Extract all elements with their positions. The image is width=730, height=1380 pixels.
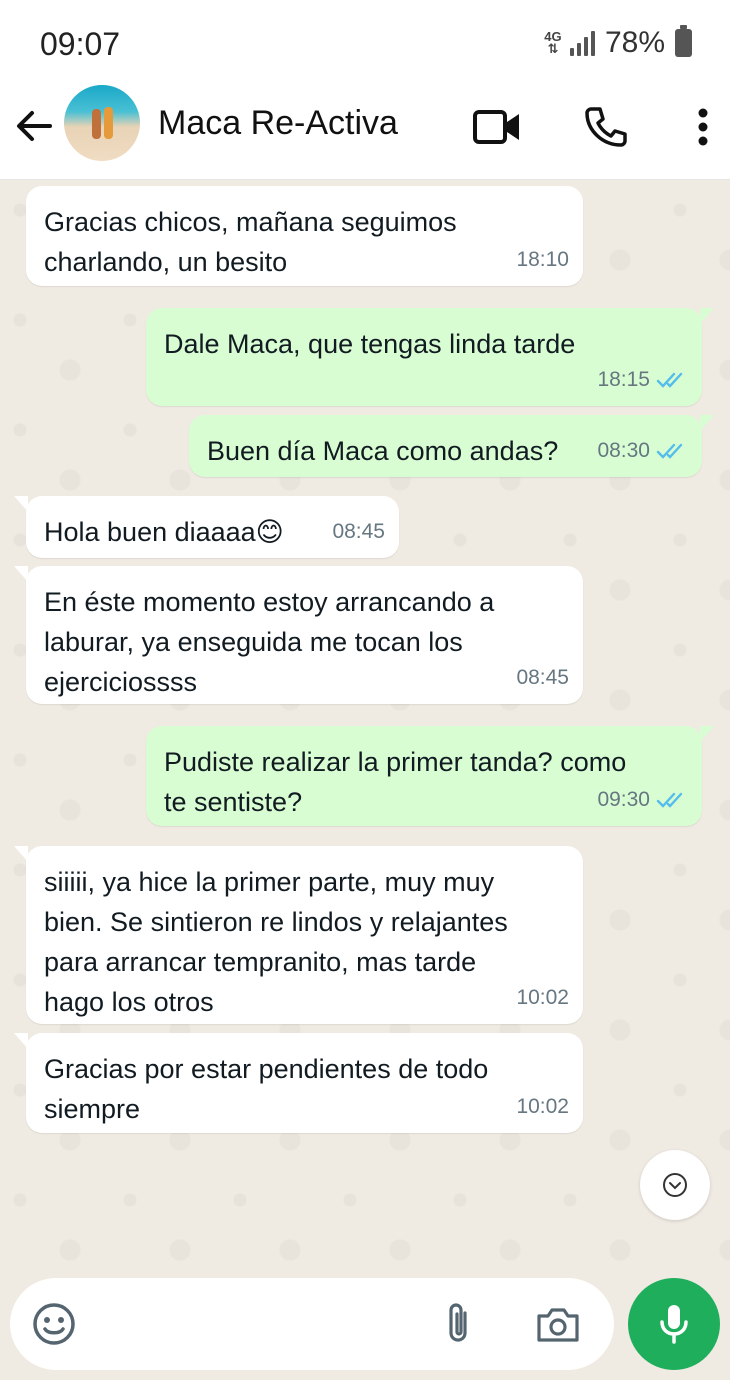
message-bubble[interactable]: Dale Maca, que tengas linda tarde 18:15 (146, 308, 714, 406)
message-bubble[interactable]: En éste momento estoy arrancando a labur… (14, 566, 583, 704)
message-time: 10:02 (516, 1095, 569, 1118)
more-vert-icon[interactable] (676, 100, 730, 154)
status-bar: 09:07 4G ⇅ 78% (0, 0, 730, 82)
message-text: Hola buen diaaaa😊 (44, 517, 284, 547)
message-meta: 18:10 (516, 240, 569, 280)
message-text: Gracias chicos, mañana seguimos charland… (44, 207, 457, 277)
message-bubble[interactable]: Hola buen diaaaa😊 08:45 (14, 496, 399, 558)
phone-icon[interactable] (578, 100, 632, 154)
signal-icon (569, 30, 595, 56)
message-text: Dale Maca, que tengas linda tarde (164, 329, 576, 359)
avatar[interactable] (64, 85, 140, 161)
message-time: 08:45 (332, 520, 385, 543)
message-meta: 18:15 (597, 360, 688, 400)
scroll-to-bottom-button[interactable] (640, 1150, 710, 1220)
message-bubble[interactable]: Pudiste realizar la primer tanda? como t… (146, 726, 714, 826)
message-time: 18:10 (516, 248, 569, 271)
network-4g-icon: 4G ⇅ (544, 29, 562, 56)
message-bubble[interactable]: siiiii, ya hice la primer parte, muy muy… (14, 846, 583, 1024)
attach-icon[interactable] (432, 1298, 484, 1350)
message-time: 08:30 (597, 439, 650, 462)
chat-area[interactable]: Gracias chicos, mañana seguimos charland… (0, 180, 730, 1280)
message-text: En éste momento estoy arrancando a labur… (44, 587, 495, 697)
message-meta: 10:02 (516, 1087, 569, 1127)
message-meta: 09:30 (597, 780, 688, 820)
message-time: 18:15 (597, 368, 650, 391)
mic-button[interactable] (628, 1278, 720, 1370)
video-call-icon[interactable] (470, 100, 524, 154)
chat-header: Maca Re-Activa (0, 82, 730, 180)
status-time: 09:07 (40, 26, 121, 62)
message-input-bar[interactable] (10, 1278, 614, 1370)
message-bubble[interactable]: Buen día Maca como andas? 08:30 (189, 415, 714, 477)
emoji-icon[interactable] (28, 1298, 80, 1350)
camera-icon[interactable] (532, 1298, 584, 1350)
message-meta: 10:02 (516, 978, 569, 1018)
message-time: 08:45 (516, 666, 569, 689)
read-ticks-icon (656, 372, 683, 388)
chevron-down-icon (663, 1173, 687, 1197)
message-text: siiiii, ya hice la primer parte, muy muy… (44, 867, 508, 1017)
message-bubble[interactable]: Gracias chicos, mañana seguimos charland… (26, 186, 583, 286)
contact-name[interactable]: Maca Re-Activa (158, 104, 398, 143)
message-time: 09:30 (597, 788, 650, 811)
message-meta: 08:45 (516, 658, 569, 698)
read-ticks-icon (656, 792, 683, 808)
message-bubble[interactable]: Gracias por estar pendientes de todo sie… (14, 1033, 583, 1133)
battery-percent: 78% (604, 26, 665, 59)
message-meta: 08:45 (332, 512, 385, 552)
battery-icon (675, 25, 692, 57)
message-text: Gracias por estar pendientes de todo sie… (44, 1054, 489, 1124)
read-ticks-icon (656, 443, 683, 459)
message-meta: 08:30 (597, 431, 688, 471)
message-time: 10:02 (516, 986, 569, 1009)
status-indicators: 4G ⇅ 78% (542, 25, 692, 60)
mic-icon (660, 1305, 688, 1344)
back-arrow-icon[interactable] (12, 104, 56, 148)
